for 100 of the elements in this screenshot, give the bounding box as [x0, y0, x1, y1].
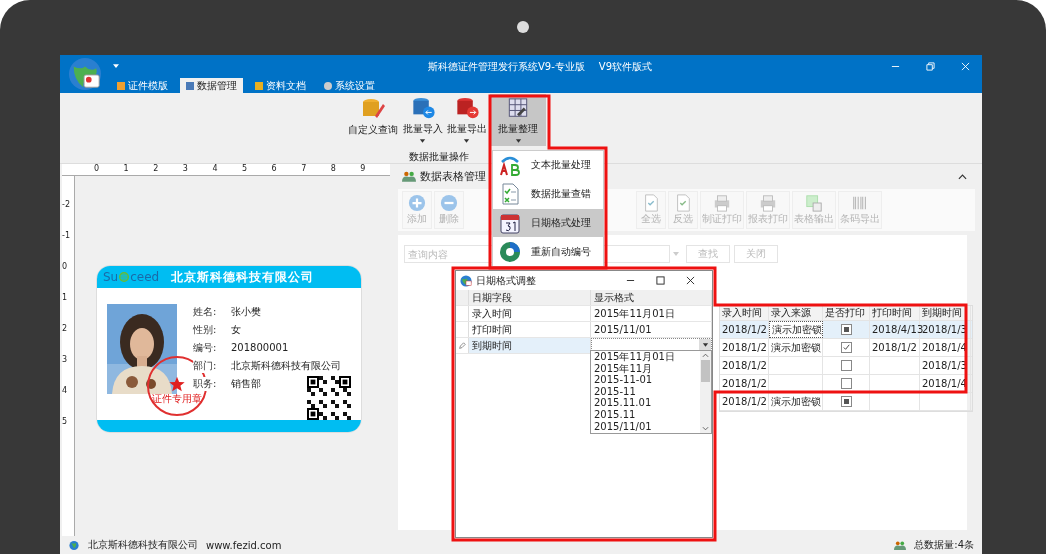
scroll-thumb[interactable] [701, 360, 710, 382]
caret-icon[interactable] [113, 64, 119, 69]
record-count: 总数据量:4条 [914, 538, 974, 552]
database-arrow-icon [410, 96, 435, 120]
caret-icon[interactable] [701, 343, 709, 348]
ruler-number: 8 [330, 164, 337, 175]
camera-icon [517, 21, 529, 33]
grid-row[interactable]: 录入时间 2015年11月01日 [456, 306, 712, 322]
table-cell: 2015年11月01日 [591, 306, 712, 321]
scrollbar[interactable] [700, 351, 711, 433]
field-value: 销售部 [231, 376, 261, 391]
ruler-number: 0 [62, 262, 69, 273]
list-option[interactable]: 2015/11/01 [594, 420, 700, 433]
grid-row[interactable]: 2018/1/2 2018/1/3 [720, 357, 972, 375]
checkbox[interactable] [840, 342, 852, 353]
ruler-number: 5 [241, 164, 249, 175]
column-header[interactable]: 录入来源 [769, 306, 823, 320]
close-icon[interactable] [686, 276, 695, 285]
menu-item[interactable]: 数据批量查错 [493, 179, 603, 209]
checklist-icon [499, 183, 521, 206]
table-export-icon [804, 194, 824, 212]
table-cell: 2018/1/4 [920, 375, 971, 392]
table-cell: 到期时间 [469, 338, 591, 353]
window-title: 斯科德证件管理发行系统V9-专业版 [428, 59, 585, 74]
table-wrench-icon [506, 96, 530, 120]
ruler-number: 3 [182, 164, 189, 175]
ruler-number: 1 [123, 164, 130, 175]
globe-icon [68, 539, 80, 551]
grid-row[interactable]: 2018/1/2 演示加密锁 2018/1/2 2018/1/4 [720, 339, 972, 357]
column-header[interactable]: 录入时间 [720, 306, 769, 320]
checkbox[interactable] [840, 360, 852, 371]
ruler-number: 0 [94, 164, 101, 175]
panel-title: 数据表格管理 [420, 169, 487, 184]
table-cell: 打印时间 [469, 322, 591, 337]
menu-item[interactable]: 文本批量处理 [493, 151, 603, 180]
ribbon-button[interactable]: 批量导出 [446, 94, 487, 146]
globe-icon [68, 57, 102, 91]
list-option[interactable]: 2015.11 [594, 408, 700, 421]
menu-item[interactable]: 日期格式处理 [493, 208, 603, 238]
table-cell: 2018/1/2 [870, 339, 920, 356]
grid-row[interactable]: 2018/1/2 演示加密锁 2018/4/132018/1/3 [720, 321, 972, 339]
list-option[interactable]: 2015年11月01日 [594, 351, 700, 363]
ruler-number: 4 [62, 386, 69, 397]
ribbon-tab[interactable]: 资料文档 [249, 78, 312, 93]
field-value: 张小樊 [231, 304, 261, 319]
table-cell: 2018/1/3 [920, 357, 971, 374]
ribbon-tab[interactable]: 证件模版 [111, 78, 174, 93]
grid-row[interactable]: 2018/1/2 演示加密锁 [720, 393, 972, 411]
chevron-up-icon[interactable] [958, 173, 967, 180]
dialog-title: 日期格式调整 [476, 273, 536, 288]
edition-label: V9软件版式 [598, 59, 652, 74]
table-cell: 2018/1/2 [720, 339, 769, 356]
card-company-name: 北京斯科德科技有限公司 [171, 268, 315, 286]
seal-text: 证件专用章 [152, 392, 202, 406]
ruler-number: 5 [62, 417, 69, 428]
column-header[interactable]: 日期字段 [469, 290, 591, 305]
grid-row[interactable]: 2018/1/2 2018/1/4 [720, 375, 972, 393]
ribbon-button[interactable]: 批量整理 [490, 94, 546, 146]
restore-icon[interactable] [926, 62, 935, 71]
table-cell: 录入时间 [469, 306, 591, 321]
ruler-number: -1 [62, 231, 71, 242]
list-option[interactable]: 2015-11 [594, 385, 700, 398]
text-arc-icon [499, 154, 521, 177]
star-icon [169, 376, 185, 392]
logo-text: Su [103, 270, 119, 284]
table-cell: 2018/1/2 [720, 375, 769, 392]
table-cell: 2018/1/2 [720, 357, 769, 374]
ribbon-tab[interactable]: 数据管理 [180, 78, 243, 93]
column-header[interactable]: 到期时间 [920, 306, 971, 320]
ruler-number: 1 [62, 293, 69, 304]
logo-text: ceed [130, 270, 160, 284]
ruler-number: 9 [360, 164, 367, 175]
list-option[interactable]: 2015.11.01 [594, 397, 700, 409]
ribbon-tab[interactable]: 系统设置 [318, 78, 381, 93]
maximize-icon[interactable] [656, 276, 665, 285]
column-header[interactable]: 打印时间 [870, 306, 920, 320]
people-icon [402, 171, 416, 182]
column-header[interactable]: 显示格式 [591, 290, 712, 305]
printer-icon [758, 194, 778, 212]
database-arrow-icon [454, 96, 479, 120]
column-header[interactable]: 是否打印 [823, 306, 870, 320]
ribbon-button[interactable]: 自定义查询 [347, 94, 399, 146]
checkbox[interactable] [840, 396, 852, 407]
list-option[interactable]: 2015年11月 [594, 362, 700, 375]
website-link[interactable]: www.fezid.com [206, 539, 282, 551]
people-icon [894, 539, 907, 551]
table-cell: 2018/1/4 [920, 339, 971, 356]
table-cell: 演示加密锁 [769, 393, 823, 410]
ruler-number: 3 [62, 355, 69, 366]
ruler-number: 2 [62, 324, 69, 335]
checkbox[interactable] [840, 378, 852, 389]
ribbon-button[interactable]: 批量导入 [402, 94, 443, 146]
globe-icon [460, 274, 472, 287]
chevron-down-icon[interactable] [702, 426, 709, 431]
checkbox[interactable] [840, 324, 852, 335]
pencil-icon [458, 341, 466, 350]
caret-icon [419, 139, 426, 144]
minus-icon [439, 194, 459, 212]
globe-icon [119, 272, 130, 282]
list-option[interactable]: 2015-11-01 [594, 374, 700, 386]
